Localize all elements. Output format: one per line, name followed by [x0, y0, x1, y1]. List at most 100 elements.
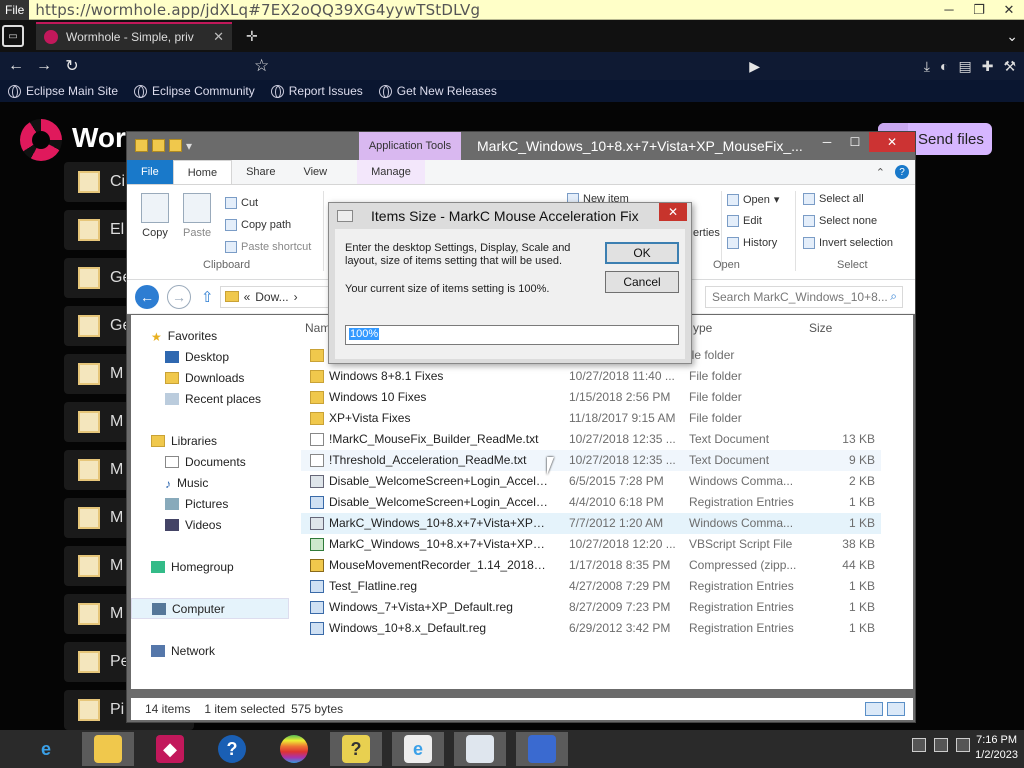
taskbar-ie[interactable]: e — [20, 732, 72, 766]
collapse-ribbon-icon[interactable]: ⌃ — [876, 166, 885, 179]
table-row[interactable]: XP+Vista Fixes 11/18/2017 9:15 AM File fol… — [301, 408, 881, 429]
explorer-search-input[interactable]: Search MarkC_Windows_10+8... ⌕ — [705, 285, 903, 308]
page-menu-icon[interactable]: ▤ — [958, 58, 971, 75]
network-icon[interactable] — [934, 738, 948, 752]
taskbar-app[interactable] — [516, 732, 568, 766]
file-menu[interactable]: File — [0, 0, 30, 20]
bookmark-star-icon[interactable]: ☆ — [254, 56, 269, 76]
items-size-input[interactable]: 100% — [345, 325, 679, 345]
explorer-maximize-button[interactable]: ☐ — [841, 132, 869, 152]
nav-computer[interactable]: Computer — [131, 598, 289, 619]
new-folder-icon[interactable] — [169, 139, 182, 152]
table-row[interactable]: Disable_WelcomeScreen+Login_Accel.reg 4/4… — [301, 492, 881, 513]
explorer-close-button[interactable]: ✕ — [869, 132, 915, 152]
cut-button[interactable]: Cut — [225, 197, 258, 209]
table-row[interactable]: MouseMovementRecorder_1.14_2018011... 1/1… — [301, 555, 881, 576]
table-row[interactable]: Windows_7+Vista+XP_Default.reg 8/27/2009 … — [301, 597, 881, 618]
select-all-button[interactable]: Select all — [803, 193, 864, 205]
taskbar-ie-window[interactable]: e — [392, 732, 444, 766]
table-row[interactable]: Test_Flatline.reg 4/27/2008 7:29 PM Regist… — [301, 576, 881, 597]
copy-button[interactable]: Copy — [141, 193, 169, 239]
tab-home[interactable]: Home — [172, 160, 233, 184]
search-icon[interactable]: ⌕ — [890, 289, 897, 304]
breadcrumb-chevron-icon[interactable]: › — [294, 290, 298, 304]
customize-dropdown-icon[interactable]: ▾ — [186, 139, 192, 153]
table-row[interactable]: !Threshold_Acceleration_ReadMe.txt 10/27/… — [301, 450, 881, 471]
nav-desktop[interactable]: Desktop — [131, 346, 289, 367]
nav-downloads[interactable]: Downloads — [131, 367, 289, 388]
tab-close-icon[interactable]: ✕ — [213, 29, 224, 45]
wrench-icon[interactable]: ⚒ — [1003, 58, 1016, 75]
table-row[interactable]: Disable_WelcomeScreen+Login_Accel.c... 6/… — [301, 471, 881, 492]
column-type[interactable]: ype — [693, 321, 712, 335]
table-row[interactable]: Windows 8+8.1 Fixes 10/27/2018 11:40 ... F… — [301, 366, 881, 387]
table-row[interactable]: !MarkC_MouseFix_Builder_ReadMe.txt 10/27/… — [301, 429, 881, 450]
tab-file[interactable]: File — [127, 160, 173, 184]
tab-view[interactable]: View — [289, 160, 341, 184]
properties-button[interactable]: erties — [693, 227, 720, 239]
bookmark-eclipse-main-site[interactable]: Eclipse Main Site — [8, 84, 118, 98]
column-size[interactable]: Size — [809, 321, 832, 335]
bookmark-report-issues[interactable]: Report Issues — [270, 84, 363, 98]
explorer-back-icon[interactable]: ← — [135, 284, 159, 309]
nav-favorites[interactable]: ★ Favorites — [131, 325, 289, 346]
bookmark-get-new-releases[interactable]: Get New Releases — [378, 84, 497, 98]
nav-network[interactable]: Network — [131, 640, 289, 661]
minimize-button[interactable]: ─ — [934, 0, 964, 20]
download-icon[interactable]: ⤓ — [924, 58, 930, 75]
taskbar-help[interactable]: ? — [206, 732, 258, 766]
explorer-minimize-button[interactable]: ─ — [813, 132, 841, 152]
nav-pictures[interactable]: Pictures — [131, 493, 289, 514]
explorer-forward-icon[interactable]: → — [167, 284, 191, 309]
table-row[interactable]: Windows 10 Fixes 1/15/2018 2:56 PM File fo… — [301, 387, 881, 408]
tab-menu-chevron-icon[interactable]: ⌄ — [1006, 28, 1018, 45]
tab-overview-icon[interactable]: ▭ — [2, 25, 24, 47]
action-center-icon[interactable] — [912, 738, 926, 752]
clock[interactable]: 7:16 PM 1/2/2023 — [975, 733, 1018, 763]
table-row[interactable]: MarkC_Windows_10+8.x+7+Vista+XP_M... 7/7/… — [301, 513, 881, 534]
nav-libraries[interactable]: Libraries — [131, 430, 289, 451]
taskbar-script-help[interactable]: ? — [330, 732, 382, 766]
folder-icon[interactable] — [135, 139, 148, 152]
up-folder-icon[interactable]: ⇧ — [201, 288, 214, 306]
media-play-icon[interactable]: ▶ — [749, 58, 760, 75]
bookmark-eclipse-community[interactable]: Eclipse Community — [134, 84, 255, 98]
history-button[interactable]: History — [727, 237, 777, 249]
properties-icon[interactable] — [152, 139, 165, 152]
details-view-icon[interactable] — [865, 702, 883, 716]
forward-arrow-icon[interactable]: → — [32, 55, 56, 77]
select-none-button[interactable]: Select none — [803, 215, 877, 227]
nav-videos[interactable]: Videos — [131, 514, 289, 535]
url-field[interactable]: https://wormhole.app/jdXLq#7EX2oQQ39XG4y… — [35, 1, 480, 19]
taskbar-file-explorer[interactable] — [82, 732, 134, 766]
nav-recent-places[interactable]: Recent places — [131, 388, 289, 409]
back-arrow-icon[interactable]: ← — [4, 55, 28, 77]
puzzle-icon[interactable]: ✚ — [982, 58, 994, 75]
breadcrumb[interactable]: Dow... — [255, 290, 288, 304]
nav-homegroup[interactable]: Homegroup — [131, 556, 289, 577]
nav-music[interactable]: ♪ Music — [131, 472, 289, 493]
table-row[interactable]: Windows_10+8.x_Default.reg 6/29/2012 3:42… — [301, 618, 881, 639]
open-button[interactable]: Open ▾ — [727, 193, 779, 206]
column-name[interactable]: Nam — [305, 321, 330, 335]
dialog-close-button[interactable]: ✕ — [659, 203, 687, 221]
table-row[interactable]: MarkC_Windows_10+8.x+7+Vista+XP_M... 10/2… — [301, 534, 881, 555]
tab-manage[interactable]: Manage — [357, 160, 425, 184]
extension-icon[interactable]: ◐ — [940, 58, 948, 75]
edit-button[interactable]: Edit — [727, 215, 762, 227]
invert-selection-button[interactable]: Invert selection — [803, 237, 893, 249]
close-button[interactable]: ✕ — [994, 0, 1024, 20]
taskbar-document[interactable] — [454, 732, 506, 766]
taskbar-wormhole[interactable]: ◆ — [144, 732, 196, 766]
paste-shortcut-button[interactable]: Paste shortcut — [225, 241, 311, 253]
ok-button[interactable]: OK — [605, 242, 679, 264]
taskbar-apple[interactable] — [268, 732, 320, 766]
new-tab-icon[interactable]: ✛ — [246, 28, 258, 45]
volume-icon[interactable] — [956, 738, 970, 752]
reload-icon[interactable]: ↻ — [60, 55, 84, 77]
help-icon[interactable]: ? — [895, 165, 909, 179]
large-icons-view-icon[interactable] — [887, 702, 905, 716]
maximize-button[interactable]: ❐ — [964, 0, 994, 20]
tab-share[interactable]: Share — [232, 160, 289, 184]
tab-wormhole[interactable]: Wormhole - Simple, priv ✕ — [36, 22, 232, 50]
